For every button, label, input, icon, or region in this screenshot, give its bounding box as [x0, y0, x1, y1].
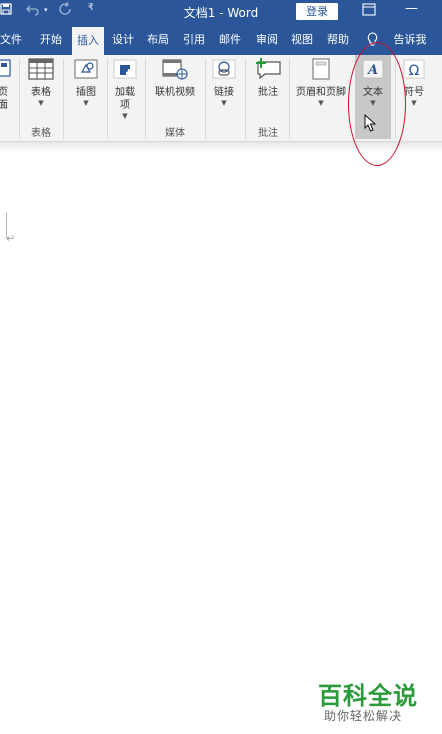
tab-insert[interactable]: 插入 [72, 27, 104, 55]
header-footer-icon [308, 57, 334, 81]
illustrations-dropdown-icon: ▼ [83, 99, 89, 107]
watermark-subtitle: 助你轻松解决 [324, 709, 403, 723]
new-comment-button[interactable]: 批注 [250, 57, 286, 99]
comment-icon [253, 57, 283, 81]
pages-icon [0, 57, 18, 81]
tab-view[interactable]: 视图 [286, 24, 318, 55]
table-label: 表格 [31, 87, 51, 98]
online-video-icon [160, 57, 190, 81]
group-separator [63, 59, 64, 139]
login-button[interactable]: 登录 [296, 3, 338, 20]
table-icon [28, 57, 54, 81]
group-separator [107, 59, 108, 139]
document-canvas[interactable] [0, 152, 442, 734]
header-footer-button[interactable]: 页眉和页脚 ▼ [290, 57, 352, 108]
illustrations-label: 插图 [76, 87, 96, 98]
tab-references[interactable]: 引用 [178, 24, 210, 55]
tab-review[interactable]: 审阅 [251, 24, 283, 55]
table-dropdown-icon: ▼ [38, 99, 44, 107]
illustrations-icon [73, 57, 99, 81]
addins-button[interactable]: 加载 项 ▼ [110, 57, 140, 121]
title-bar: ▾ ₹ 文档1 - Word 登录 — [0, 0, 442, 24]
header-footer-label: 页眉和页脚 [296, 87, 346, 98]
watermark-title: 百科全说 [318, 682, 418, 710]
tab-home[interactable]: 开始 [35, 24, 67, 55]
tab-design[interactable]: 设计 [107, 24, 139, 55]
links-label: 链接 [214, 87, 234, 98]
tab-help[interactable]: 帮助 [322, 24, 354, 55]
tab-file[interactable]: 文件 [0, 24, 22, 55]
online-video-button[interactable]: 联机视频 [150, 57, 200, 99]
annotation-ellipse [348, 42, 406, 166]
links-dropdown-icon: ▼ [221, 99, 227, 107]
minimize-icon[interactable]: — [405, 1, 418, 16]
group-label-tables: 表格 [31, 128, 51, 139]
addins-icon [112, 57, 138, 81]
svg-text:Ω: Ω [409, 63, 420, 79]
addins-dropdown-icon: ▼ [122, 112, 128, 120]
pages-label: 页 面 [0, 87, 8, 111]
header-footer-dropdown-icon: ▼ [318, 99, 324, 107]
symbols-icon: Ω [401, 57, 427, 81]
paragraph-mark: ↵ [6, 232, 16, 245]
pages-button[interactable]: 页 面 [0, 57, 14, 112]
group-separator [205, 59, 206, 139]
tell-me-search[interactable]: 告诉我 [388, 24, 432, 55]
links-button[interactable]: 链接 ▼ [208, 57, 240, 108]
comment-label: 批注 [258, 87, 278, 98]
group-separator [245, 59, 246, 139]
tab-layout[interactable]: 布局 [142, 24, 174, 55]
table-button[interactable]: 表格 ▼ [24, 57, 58, 108]
ribbon-display-options-icon[interactable] [362, 3, 376, 20]
tab-mailings[interactable]: 邮件 [214, 24, 246, 55]
group-separator [145, 59, 146, 139]
group-label-comments: 批注 [258, 128, 278, 139]
group-separator [19, 59, 20, 139]
addins-label: 加载 项 [115, 87, 135, 111]
online-video-label: 联机视频 [155, 87, 195, 98]
group-label-media: 媒体 [165, 128, 185, 139]
links-icon [211, 57, 237, 81]
illustrations-button[interactable]: 插图 ▼ [68, 57, 104, 108]
